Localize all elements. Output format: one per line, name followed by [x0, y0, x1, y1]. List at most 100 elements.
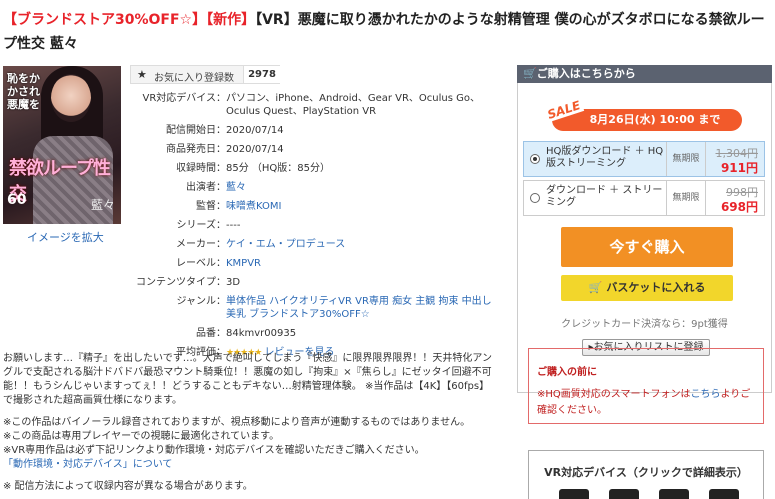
spec-sep: ： — [216, 220, 226, 231]
spec-row: シリーズ： ---- — [130, 219, 500, 232]
vr-devices-box[interactable]: VR対応デバイス（クリックで詳細表示） — [528, 450, 764, 499]
note-vr: ※VR専用作品は必ず下記リンクより動作環境・対応デバイスを確認いただきご購入くだ… — [3, 445, 425, 456]
devices-info-link[interactable]: 「動作環境・対応デバイス」について — [3, 459, 172, 470]
option-hq[interactable]: HQ版ダウンロード ＋ HQ版ストリーミング 無期限 1,304円 911円 — [523, 141, 765, 177]
radio-standard[interactable] — [530, 193, 540, 203]
spec-key: メーカー — [176, 239, 216, 250]
spec-table: VR対応デバイス： パソコン、iPhone、Android、Gear VR、Oc… — [130, 92, 500, 366]
spec-key: シリーズ — [176, 220, 217, 231]
spec-sep: ： — [216, 163, 226, 174]
cart-header-icon: 🛒 — [523, 67, 537, 80]
product-thumbnail[interactable]: 恥をかかされ悪魔を 禁欲ループ性交 60 藍々 — [3, 66, 121, 224]
notice-link[interactable]: こちら — [690, 389, 720, 400]
vr-device-icons — [559, 489, 739, 499]
spec-value: 2020/07/14 — [226, 125, 284, 136]
option-standard[interactable]: ダウンロード ＋ ストリーミング 無期限 998円 698円 — [523, 180, 765, 216]
spec-key: 監督 — [196, 201, 216, 212]
star-icon: ★ — [137, 68, 147, 81]
spec-row: レーベル： KMPVR — [130, 257, 500, 270]
thumb-signature: 藍々 — [91, 198, 116, 212]
option-limit: 無期限 — [666, 142, 706, 176]
title-prefix: 【ブランドストア30%OFF☆】 — [3, 12, 207, 28]
spec-key: ジャンル — [176, 296, 217, 307]
description-text: お願いします…『精子』を出したいです…。大声で絶叫してしまう『快感』に限界限界限… — [3, 353, 492, 406]
spec-sep: ： — [216, 296, 226, 307]
thumb-sixty: 60 — [7, 192, 27, 208]
spec-value: ---- — [226, 220, 241, 231]
performer-link[interactable]: 藍々 — [226, 182, 246, 193]
sale-badge: 8月26日(水) 10:00 まで — [552, 109, 742, 131]
spec-row: メーカー： ケイ・エム・プロデュース — [130, 238, 500, 251]
purchase-frame: 8月26日(水) 10:00 まで SALE HQ版ダウンロード ＋ HQ版スト… — [517, 83, 772, 393]
note-delivery: ※ 配信方法によって収録内容が異なる場合があります。 — [3, 481, 253, 492]
thumb-side-text: 恥をかかされ悪魔を — [7, 72, 40, 111]
purchase-header-label: ご購入はこちらから — [536, 67, 636, 80]
maker-link[interactable]: ケイ・エム・プロデュース — [226, 239, 345, 250]
radio-hq[interactable] — [530, 154, 540, 164]
spec-row: 品番： 84kmvr00935 — [130, 327, 500, 340]
spec-row: コンテンツタイプ： 3D — [130, 276, 500, 289]
option-new-price: 911円 — [720, 161, 758, 175]
director-link[interactable]: 味噌煮KOMI — [226, 201, 281, 212]
notice-body-pre: ※HQ画質対応のスマートフォンは — [537, 389, 691, 400]
option-new-price: 698円 — [720, 200, 758, 214]
spec-row: 監督： 味噌煮KOMI — [130, 200, 500, 213]
add-to-cart-label: バスケットに入れる — [606, 281, 706, 294]
vr-devices-heading: VR対応デバイス（クリックで詳細表示） — [544, 466, 748, 479]
title-new-tag: 【新作】 — [206, 12, 256, 28]
spec-sep: ： — [216, 144, 226, 155]
genre-links[interactable]: 単体作品 ハイクオリティVR VR専用 痴女 主観 拘束 中出し 美乳 ブランド… — [226, 296, 492, 320]
spec-row: 配信開始日： 2020/07/14 — [130, 124, 500, 137]
spec-key: VR対応デバイス — [142, 93, 217, 104]
option-name: ダウンロード ＋ ストリーミング — [546, 185, 663, 208]
spec-key: 品番 — [196, 328, 216, 339]
buy-now-button[interactable]: 今すぐ購入 — [561, 227, 733, 267]
spec-row: 収録時間： 85分 （HQ版：85分） — [130, 162, 500, 175]
page-title: 【ブランドストア30%OFF☆】【新作】【VR】悪魔に取り憑かれたかのような射精… — [3, 8, 773, 56]
favorite-count: 2978 — [243, 66, 280, 83]
spec-sep: ： — [216, 125, 226, 136]
spec-sep: ： — [216, 258, 226, 269]
spec-sep: ： — [216, 239, 226, 250]
spec-key: コンテンツタイプ — [136, 277, 216, 288]
spec-sep: ： — [216, 93, 226, 104]
spec-key: 配信開始日 — [166, 125, 216, 136]
notice-body: ※HQ画質対応のスマートフォンはこちらよりご確認ください。 — [537, 387, 757, 419]
purchase-header: 🛒ご購入はこちらから — [517, 65, 772, 83]
favorite-label: お気に入り登録数 — [154, 73, 234, 84]
spec-row: 出演者： 藍々 — [130, 181, 500, 194]
pc-icon — [559, 489, 589, 499]
spec-key: 収録時間 — [176, 163, 216, 174]
favorite-count-box: ★ お気に入り登録数 2978 — [130, 65, 280, 84]
spec-value: 85分 （HQ版：85分） — [226, 163, 331, 174]
option-name: HQ版ダウンロード ＋ HQ版ストリーミング — [546, 146, 664, 169]
note-binaural: ※この作品はバイノーラル録音されておりますが、視点移動により音声が連動するもので… — [3, 417, 471, 428]
spec-value: 2020/07/14 — [226, 144, 284, 155]
oculus-icon — [709, 489, 739, 499]
notice-heading: ご購入の前に — [537, 367, 597, 378]
credit-points: クレジットカード決済なら：9pt獲得 — [561, 319, 728, 330]
note-player: ※この商品は専用プレイヤーでの視聴に最適化されています。 — [3, 431, 280, 442]
spec-sep: ： — [216, 182, 226, 193]
spec-value: 3D — [226, 277, 241, 288]
spec-row: 商品発売日： 2020/07/14 — [130, 143, 500, 156]
option-limit: 無期限 — [666, 181, 706, 215]
spec-key: 出演者 — [186, 182, 216, 193]
spec-key: レーベル — [176, 258, 216, 269]
spec-sep: ： — [216, 328, 226, 339]
purchase-panel: 🛒ご購入はこちらから 8月26日(水) 10:00 まで SALE HQ版ダウン… — [517, 65, 772, 393]
spec-value: パソコン、iPhone、Android、Gear VR、Oculus Go、Oc… — [226, 93, 481, 117]
spec-value: 84kmvr00935 — [226, 328, 297, 339]
phone-icon — [609, 489, 639, 499]
purchase-notice: ご購入の前に ※HQ画質対応のスマートフォンはこちらよりご確認ください。 — [528, 348, 764, 424]
spec-sep: ： — [216, 277, 226, 288]
description: お願いします…『精子』を出したいです…。大声で絶叫してしまう『快感』に限界限界限… — [3, 352, 498, 494]
spec-row: ジャンル： 単体作品 ハイクオリティVR VR専用 痴女 主観 拘束 中出し 美… — [130, 295, 500, 321]
add-to-cart-button[interactable]: 🛒 バスケットに入れる — [561, 275, 733, 301]
label-link[interactable]: KMPVR — [226, 258, 261, 269]
enlarge-image-link[interactable]: イメージを拡大 — [27, 229, 104, 245]
thumb-face — [51, 74, 91, 122]
spec-key: 商品発売日 — [166, 144, 216, 155]
spec-sep: ： — [216, 201, 226, 212]
cart-icon: 🛒 — [588, 281, 603, 294]
